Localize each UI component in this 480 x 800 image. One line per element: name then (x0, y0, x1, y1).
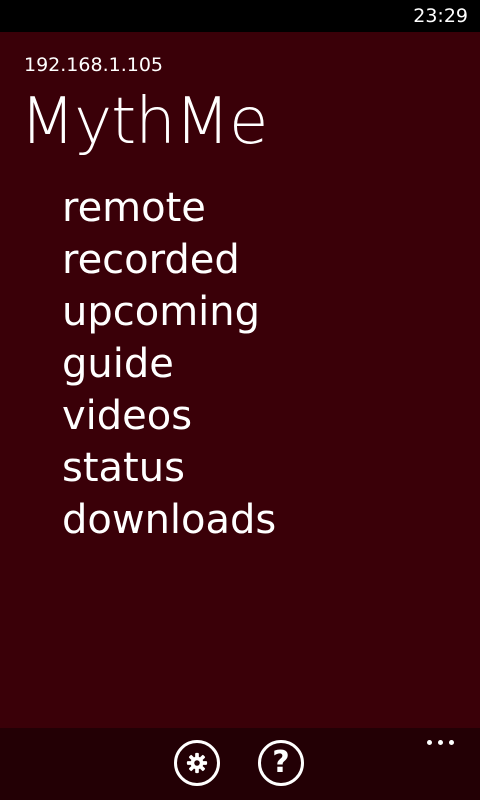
more-dot-icon (438, 740, 443, 745)
help-button[interactable]: ? (258, 740, 304, 786)
application-bar: ? (0, 728, 480, 800)
help-icon: ? (272, 745, 290, 780)
app-title: MythMe (20, 85, 268, 159)
menu-item-downloads[interactable]: downloads (62, 494, 276, 546)
menu-item-guide[interactable]: guide (62, 338, 276, 390)
status-bar: 23:29 (0, 0, 480, 32)
more-dot-icon (449, 740, 454, 745)
menu-item-recorded[interactable]: recorded (62, 234, 276, 286)
settings-button[interactable] (174, 740, 220, 786)
more-options-button[interactable] (423, 736, 458, 749)
status-clock: 23:29 (413, 5, 468, 27)
main-menu: remote recorded upcoming guide videos st… (62, 182, 276, 546)
server-address: 192.168.1.105 (24, 54, 164, 76)
settings-icon (186, 752, 208, 774)
more-dot-icon (427, 740, 432, 745)
menu-item-remote[interactable]: remote (62, 182, 276, 234)
phone-screen: 23:29 192.168.1.105 MythMe remote record… (0, 0, 480, 800)
menu-item-upcoming[interactable]: upcoming (62, 286, 276, 338)
menu-item-videos[interactable]: videos (62, 390, 276, 442)
menu-item-status[interactable]: status (62, 442, 276, 494)
